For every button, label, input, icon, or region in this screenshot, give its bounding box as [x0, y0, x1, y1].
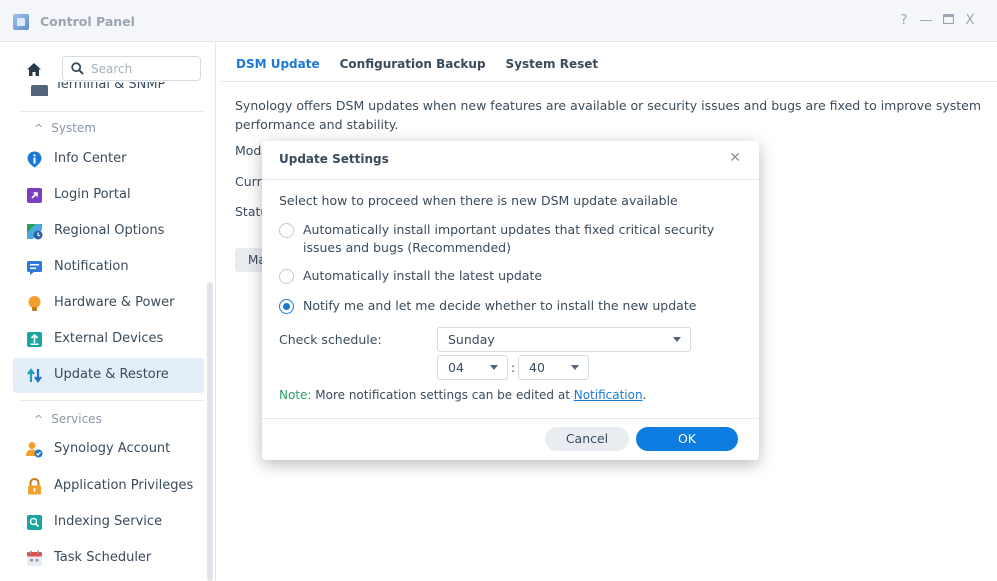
sidebar-item-label: Regional Options [54, 223, 165, 238]
minute-select[interactable]: 40 [518, 355, 589, 380]
group-title: System [51, 121, 96, 135]
search-box[interactable] [62, 56, 201, 81]
notification-icon [27, 261, 42, 275]
tab-bar: DSM Update Configuration Backup System R… [236, 57, 598, 79]
sidebar-item-notification[interactable]: Notification [13, 250, 204, 285]
sidebar-item-label: Application Privileges [54, 478, 194, 493]
sidebar-item-login-portal[interactable]: Login Portal [13, 178, 204, 213]
sidebar-item-external-devices[interactable]: External Devices [13, 322, 204, 357]
lightbulb-icon [28, 296, 41, 311]
sidebar-item-label: Hardware & Power [54, 295, 175, 310]
close-icon[interactable]: ✕ [729, 150, 741, 166]
tab-configuration-backup[interactable]: Configuration Backup [340, 57, 486, 79]
close-window-icon[interactable]: X [962, 13, 978, 28]
radio-button[interactable] [279, 223, 294, 238]
chevron-down-icon [571, 365, 579, 370]
hour-select-value: 04 [448, 360, 464, 375]
option-label: Automatically install the latest update [303, 268, 543, 283]
sidebar-item-update-restore[interactable]: Update & Restore [13, 358, 204, 393]
note-text: Note: More notification settings can be … [279, 388, 646, 402]
help-icon[interactable]: ? [896, 13, 912, 28]
dialog-footer-divider [262, 418, 759, 419]
chevron-up-icon: ^ [34, 412, 44, 426]
current-version-label: Curr [235, 174, 262, 189]
sidebar-item-label: Login Portal [54, 187, 131, 202]
time-separator: : [511, 360, 516, 375]
radio-button[interactable] [279, 269, 294, 284]
search-input[interactable] [91, 60, 196, 78]
sidebar-item-synology-account[interactable]: Synology Account [13, 432, 204, 467]
chevron-up-icon: ^ [34, 121, 44, 135]
note-body: More notification settings can be edited… [311, 388, 574, 402]
tab-system-reset[interactable]: System Reset [506, 57, 599, 79]
note-prefix: Note: [279, 388, 312, 402]
sidebar-item-label: Synology Account [54, 441, 171, 456]
sidebar-item-label: Notification [54, 259, 129, 274]
option-notify-me[interactable]: Notify me and let me decide whether to i… [279, 297, 743, 315]
day-select-value: Sunday [448, 332, 495, 347]
sidebar-item-hardware-power[interactable]: Hardware & Power [13, 286, 204, 321]
note-end: . [642, 388, 647, 402]
group-header-services[interactable]: ^ Services [34, 412, 102, 426]
minimize-icon[interactable]: — [918, 13, 934, 28]
calendar-icon [27, 550, 42, 566]
external-devices-icon [27, 332, 42, 347]
sidebar-item-indexing-service[interactable]: Indexing Service [13, 505, 204, 540]
control-panel-icon [13, 14, 29, 30]
sidebar-item-label: Indexing Service [54, 514, 163, 529]
sidebar-item-application-privileges[interactable]: Application Privileges [13, 469, 204, 504]
indexing-service-icon [27, 515, 42, 530]
sidebar-item-label: External Devices [54, 331, 164, 346]
sidebar-item-terminal-snmp[interactable]: Terminal & SNMP [13, 82, 213, 96]
tab-dsm-update[interactable]: DSM Update [236, 57, 320, 79]
dialog-divider [262, 179, 759, 180]
sidebar-scrollbar[interactable] [207, 282, 213, 581]
sidebar-item-regional-options[interactable]: Regional Options [13, 214, 204, 249]
minute-select-value: 40 [529, 360, 545, 375]
home-icon [27, 62, 41, 76]
sidebar: Terminal & SNMP ^ System Info Center Log… [0, 42, 216, 581]
chevron-down-icon [490, 365, 498, 370]
search-icon [71, 62, 84, 75]
group-title: Services [51, 412, 102, 426]
update-settings-dialog: Update Settings ✕ Select how to proceed … [262, 141, 759, 460]
sidebar-item-info-center[interactable]: Info Center [13, 142, 204, 177]
lock-icon [28, 478, 41, 495]
option-auto-latest[interactable]: Automatically install the latest update [279, 267, 743, 285]
day-select[interactable]: Sunday [437, 327, 691, 352]
window-title: Control Panel [40, 14, 135, 29]
divider [20, 400, 204, 401]
maximize-icon[interactable] [940, 13, 956, 28]
option-label: Notify me and let me decide whether to i… [303, 298, 697, 313]
group-header-system[interactable]: ^ System [34, 121, 96, 135]
login-portal-icon [27, 188, 42, 203]
sidebar-item-label: Update & Restore [54, 367, 169, 382]
check-schedule-label: Check schedule: [279, 332, 382, 347]
regional-options-icon [27, 224, 43, 240]
title-bar: Control Panel ? — X [0, 0, 997, 42]
terminal-icon [31, 85, 48, 96]
dialog-intro: Select how to proceed when there is new … [279, 193, 678, 208]
sidebar-item-task-scheduler[interactable]: Task Scheduler [13, 541, 204, 576]
sidebar-item-label: Task Scheduler [54, 550, 152, 565]
ok-button[interactable]: OK [636, 427, 738, 451]
info-icon [27, 151, 42, 168]
sidebar-item-label: Terminal & SNMP [55, 82, 166, 92]
radio-button-checked[interactable] [279, 299, 294, 314]
tab-divider [221, 81, 997, 82]
sidebar-item-label: Info Center [54, 151, 127, 166]
option-label: Automatically install important updates … [303, 222, 715, 255]
option-auto-important[interactable]: Automatically install important updates … [279, 221, 743, 257]
home-button[interactable] [20, 55, 48, 83]
update-restore-icon [27, 368, 42, 383]
notification-link[interactable]: Notification [574, 388, 643, 402]
dialog-title: Update Settings [279, 152, 389, 166]
cancel-button[interactable]: Cancel [545, 427, 629, 451]
divider [20, 111, 204, 112]
synology-account-icon [26, 442, 43, 458]
chevron-down-icon [673, 337, 681, 342]
dsm-update-description: Synology offers DSM updates when new fea… [235, 98, 982, 132]
hour-select[interactable]: 04 [437, 355, 508, 380]
